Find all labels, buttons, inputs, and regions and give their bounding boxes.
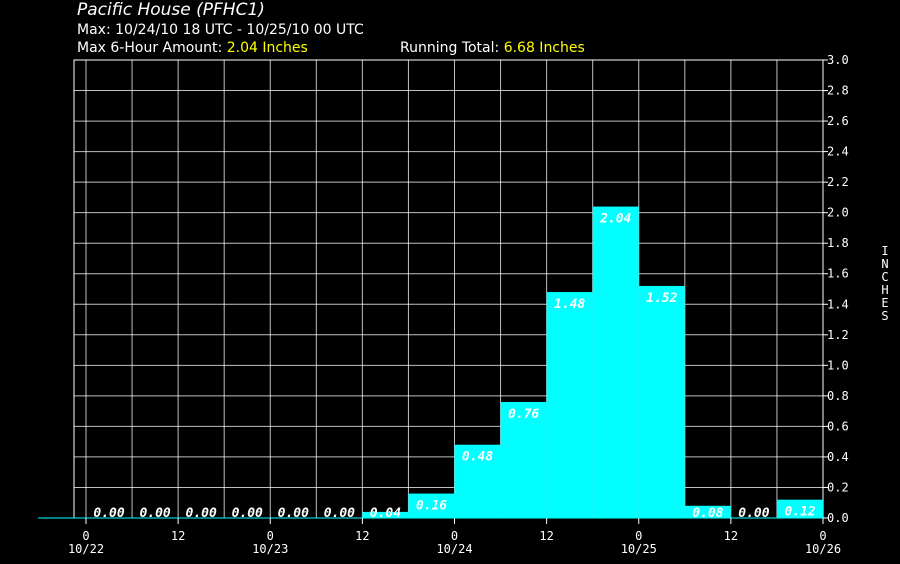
x-tick-date-label: 10/26 <box>805 542 841 556</box>
y-tick-label: 1.6 <box>827 267 849 281</box>
x-tick-hour-label: 12 <box>539 529 553 543</box>
y-tick-label: 1.4 <box>827 297 849 311</box>
x-tick-hour-label: 0 <box>819 529 826 543</box>
y-tick-label: 3.0 <box>827 53 849 67</box>
y-tick-label: 0.6 <box>827 419 849 433</box>
y-tick-label: 2.2 <box>827 175 849 189</box>
bar-value-label: 0.00 <box>324 506 355 521</box>
x-tick-date-label: 10/22 <box>68 542 104 556</box>
bar-value-label: 1.52 <box>646 291 677 306</box>
x-tick-hour-label: 0 <box>82 529 89 543</box>
y-tick-label: 2.0 <box>827 206 849 220</box>
bar-value-label: 0.00 <box>186 506 217 521</box>
precip-bar <box>638 285 685 518</box>
bar-value-label: 0.76 <box>508 407 539 422</box>
plot-frame <box>73 59 824 519</box>
y-tick-label: 0.2 <box>827 480 849 494</box>
y-tick-label: 1.8 <box>827 236 849 250</box>
x-tick-hour-label: 0 <box>635 529 642 543</box>
bar-value-label: 0.48 <box>462 450 493 465</box>
y-tick-label: 0.0 <box>827 511 849 525</box>
bar-value-label: 0.12 <box>784 505 815 520</box>
y-tick-label: 2.8 <box>827 84 849 98</box>
y-axis-label: INCHES <box>881 244 889 323</box>
bar-value-label: 2.04 <box>599 212 631 227</box>
bar-value-label: 0.00 <box>93 506 124 521</box>
bar-value-label: 0.16 <box>416 499 447 514</box>
bar-value-label: 1.48 <box>554 297 585 312</box>
y-tick-label: 1.0 <box>827 358 849 372</box>
y-tick-label: 0.4 <box>827 450 849 464</box>
bar-value-label: 0.00 <box>232 506 263 521</box>
precip-bar <box>592 206 639 518</box>
x-tick-hour-label: 0 <box>267 529 274 543</box>
x-tick-hour-label: 12 <box>724 529 738 543</box>
x-tick-date-label: 10/23 <box>252 542 288 556</box>
x-tick-hour-label: 0 <box>451 529 458 543</box>
precip-bar <box>546 292 593 518</box>
x-tick-hour-label: 12 <box>355 529 369 543</box>
bar-value-label: 0.04 <box>370 506 401 521</box>
y-tick-label: 2.4 <box>827 145 849 159</box>
x-tick-hour-label: 12 <box>171 529 185 543</box>
bar-value-label: 0.00 <box>139 506 170 521</box>
x-tick-date-label: 10/25 <box>621 542 657 556</box>
y-tick-label: 1.2 <box>827 328 849 342</box>
y-tick-label: 2.6 <box>827 114 849 128</box>
y-tick-label: 0.8 <box>827 389 849 403</box>
x-tick-date-label: 10/24 <box>436 542 472 556</box>
precip-bar-chart: 0.00 0.00 0.00 0.00 0.00 0.00 0.04 0.160.480.76… <box>38 53 849 556</box>
bar-value-label: 0.00 <box>278 506 309 521</box>
bar-value-label: 0.00 <box>738 506 769 521</box>
bar-value-label: 0.08 <box>692 506 723 521</box>
